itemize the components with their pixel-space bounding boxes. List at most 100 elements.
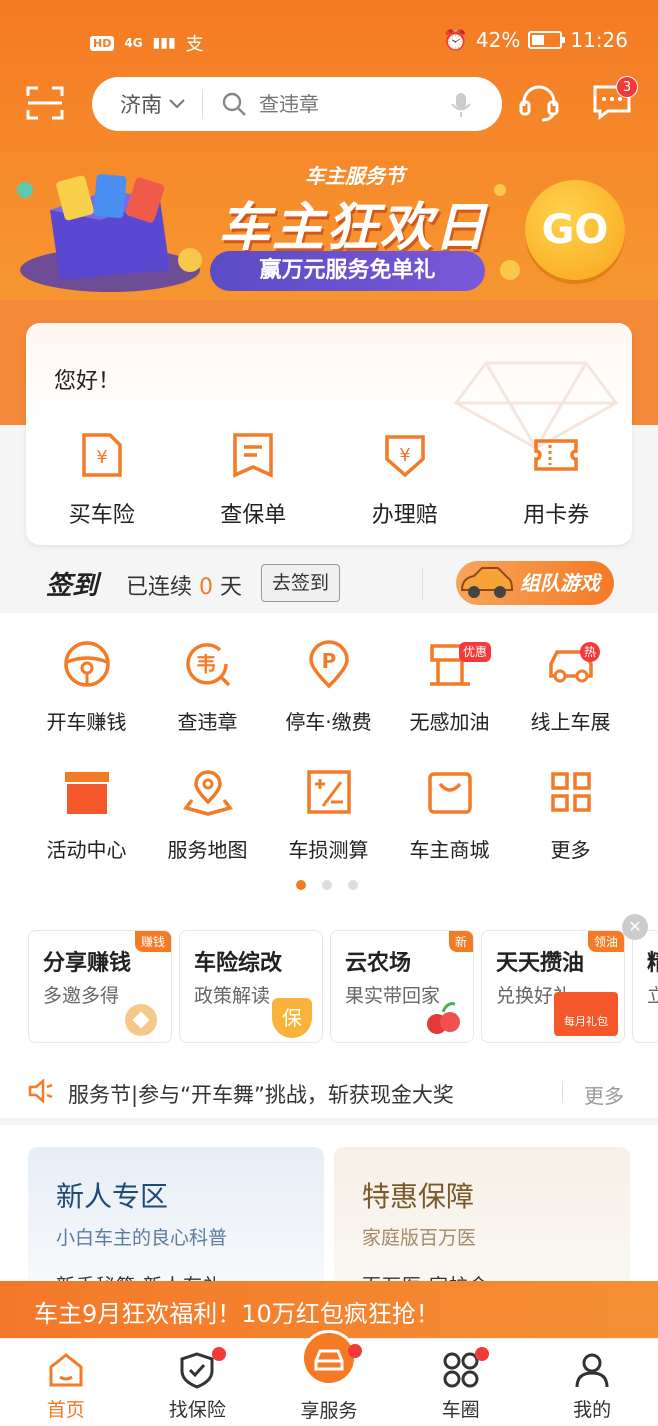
check-policy-button[interactable]: 查保单: [178, 423, 330, 529]
search-divider: [202, 89, 203, 119]
policy-icon: [233, 433, 273, 478]
promo-title: 精: [647, 945, 658, 977]
battery-icon: [528, 31, 566, 49]
coin-icon: [125, 1004, 157, 1036]
notice-text: 服务节|参与“开车舞”挑战，斩获现金大奖: [68, 1083, 454, 1107]
service-earn-driving[interactable]: 开车赚钱: [26, 638, 147, 766]
home-icon: [49, 1353, 83, 1387]
violation-search-icon: 韦: [185, 643, 230, 687]
tab-label: 我的: [573, 1399, 612, 1421]
service-map[interactable]: 服务地图: [147, 766, 268, 894]
check-policy-label: 查保单: [220, 503, 287, 528]
pay-icon: 支: [185, 34, 204, 55]
promo-title: 云农场: [345, 951, 412, 976]
banner-title: 车主狂欢日: [218, 198, 489, 258]
parking-pin-icon: P: [308, 640, 349, 689]
notice-bar[interactable]: 服务节|参与“开车舞”挑战，斩获现金大奖 更多: [0, 1063, 658, 1118]
streak-days: 0: [199, 575, 214, 600]
insurance-card: 您好！ ¥ 买车险 查保单 ¥ 办理赔 用卡券: [26, 323, 632, 545]
promo-card-share[interactable]: 分享赚钱 多邀多得 赚钱: [28, 930, 172, 1043]
close-icon[interactable]: ✕: [622, 914, 648, 940]
promo-card-reform[interactable]: 车险综改 政策解读 保: [179, 930, 323, 1043]
steering-wheel-icon: [63, 641, 110, 687]
promo-card-partial[interactable]: 精 立: [632, 930, 658, 1043]
banner-subtitle: 赢万元服务免单礼: [210, 251, 485, 291]
service-check-violation[interactable]: 韦 查违章: [147, 638, 268, 766]
chevron-down-icon: [169, 99, 185, 109]
greeting-text: 您好！: [54, 369, 121, 394]
service-fuel[interactable]: 优惠 无感加油: [389, 638, 510, 766]
service-car-show[interactable]: 热 线上车展: [510, 638, 631, 766]
service-activity-center[interactable]: 活动中心: [26, 766, 147, 894]
promo-subtitle: 多邀多得: [43, 985, 120, 1007]
tab-car-circle[interactable]: 车圈: [395, 1339, 527, 1426]
page-dot: [322, 880, 332, 890]
notice-divider: [562, 1081, 563, 1103]
tab-label: 首页: [46, 1399, 85, 1421]
service-damage-estimate[interactable]: 车损测算: [268, 766, 389, 894]
svg-text:P: P: [321, 649, 336, 673]
promo-tag: 领油: [587, 931, 624, 952]
service-more[interactable]: 更多: [510, 766, 631, 894]
ticket-icon: [534, 439, 578, 471]
car-icon: [460, 567, 514, 598]
services-center-button[interactable]: [301, 1330, 357, 1386]
search-input[interactable]: [259, 92, 419, 116]
service-label: 查违章: [177, 710, 238, 734]
promo-card-farm[interactable]: 云农场 果实带回家 新: [330, 930, 474, 1043]
promo-card-fuel[interactable]: 天天攒油 兑换好礼 领油 每月礼包: [481, 930, 625, 1043]
svg-text:韦: 韦: [196, 652, 216, 676]
promo-tag: 新: [448, 931, 473, 952]
microphone-icon[interactable]: [450, 91, 472, 119]
promo-tag: 赚钱: [134, 931, 171, 952]
grid-more-icon: [550, 772, 591, 812]
signin-button[interactable]: 去签到: [261, 564, 341, 602]
services-grid: 开车赚钱 韦 查违章 P 停车·缴费 优惠 无感加油 热 线上车展 活动中心 服…: [26, 638, 632, 894]
search-bar[interactable]: 济南: [92, 77, 502, 131]
signin-streak: 已连续 0 天: [126, 569, 242, 601]
banner-go-button[interactable]: GO: [525, 180, 625, 280]
status-bar: HD 4G ▮▮▮ 支 ⏰ 42% 11:26: [0, 22, 658, 62]
use-coupon-label: 用卡券: [523, 503, 590, 528]
service-mall[interactable]: 车主商城: [389, 766, 510, 894]
customer-service-icon[interactable]: [518, 82, 560, 124]
streak-suffix: 天: [220, 575, 243, 600]
shield-yen-icon: ¥: [385, 435, 425, 478]
message-badge: 3: [616, 76, 638, 98]
tab-home[interactable]: 首页: [0, 1339, 132, 1426]
signal-icon: 4G: [124, 36, 143, 50]
insurance-doc-icon: ¥: [82, 433, 122, 477]
gift-icon: 每月礼包: [554, 992, 618, 1036]
promo-cards: 分享赚钱 多邀多得 赚钱 车险综改 政策解读 保 云农场 果实带回家 新 天天攒…: [28, 930, 658, 1043]
buy-insurance-button[interactable]: ¥ 买车险: [26, 423, 178, 529]
signin-title: 签到: [46, 571, 99, 601]
notice-more-link[interactable]: 更多: [584, 1080, 624, 1109]
service-label: 车损测算: [288, 838, 369, 862]
service-label: 车主商城: [409, 838, 490, 862]
file-claim-button[interactable]: ¥ 办理赔: [329, 423, 481, 529]
circles-grid-icon: [443, 1352, 479, 1388]
tab-label: 车圈: [441, 1399, 480, 1421]
alarm-icon: ⏰: [443, 28, 468, 52]
promo-strip-text: 车主9月狂欢福利！10万红包疯狂抢！: [34, 1300, 440, 1328]
tab-profile[interactable]: 我的: [526, 1339, 658, 1426]
activity-box-icon: [64, 772, 109, 814]
hd-icon: HD: [90, 35, 115, 51]
tab-label: 享服务: [300, 1400, 358, 1422]
newcomer-zone[interactable]: 新人专区 小白车主的良心科普 新手秘籍 新人有礼: [28, 1147, 324, 1297]
tab-label: 找保险: [168, 1399, 226, 1421]
discount-zone[interactable]: 特惠保障 家庭版百万医 百万医 家护金: [334, 1147, 630, 1297]
signin-row: 签到 已连续 0 天 去签到 组队游戏: [26, 553, 632, 613]
promo-subtitle: 政策解读: [194, 985, 271, 1007]
use-coupon-button[interactable]: 用卡券: [481, 423, 633, 529]
service-label: 线上车展: [530, 710, 611, 734]
tab-insurance[interactable]: 找保险: [132, 1339, 264, 1426]
service-parking[interactable]: P 停车·缴费: [268, 638, 389, 766]
city-label: 济南: [120, 93, 162, 117]
service-label: 活动中心: [46, 838, 127, 862]
service-label: 开车赚钱: [46, 710, 127, 734]
page-dot: [348, 880, 358, 890]
scan-icon[interactable]: [26, 84, 64, 122]
file-claim-label: 办理赔: [371, 503, 438, 528]
city-selector[interactable]: 济南: [120, 89, 186, 119]
